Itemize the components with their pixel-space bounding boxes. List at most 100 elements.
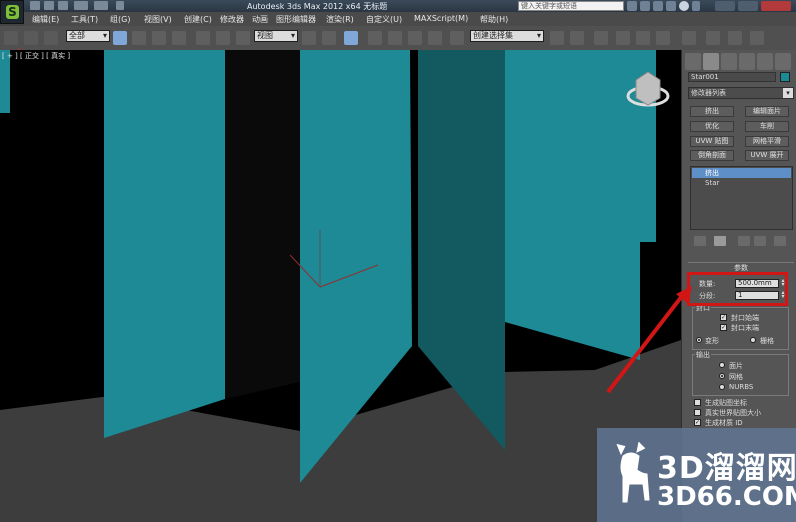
search-input[interactable]: 键入关键字或短语 <box>518 1 624 11</box>
modifier-bevel-profile-button[interactable]: 倒角剖面 <box>690 150 734 161</box>
open-file-icon[interactable] <box>44 1 54 10</box>
display-tab-icon[interactable] <box>757 53 773 70</box>
redo-icon[interactable] <box>94 1 108 10</box>
gen-mat-ids-checkbox[interactable]: ✓ <box>694 419 701 426</box>
layer-manager-icon[interactable] <box>594 31 608 45</box>
gen-mapping-checkbox[interactable] <box>694 399 701 406</box>
snaps-toggle-icon[interactable] <box>368 31 382 45</box>
output-patch-radio[interactable] <box>719 362 725 368</box>
save-file-icon[interactable] <box>58 1 68 10</box>
application-menu-button[interactable]: S <box>0 0 24 24</box>
output-mesh-label: 网格 <box>729 373 743 381</box>
edit-named-selection-icon[interactable] <box>450 31 464 45</box>
menu-animation[interactable]: 动画 <box>252 14 268 25</box>
rendered-frame-window-icon[interactable] <box>728 31 742 45</box>
remove-modifier-icon[interactable] <box>754 236 766 246</box>
viewport-label[interactable]: [ + ] [ 正交 ] [ 真实 ] <box>2 51 70 61</box>
morph-label: 变形 <box>705 337 719 345</box>
modifier-unwrap-uvw-button[interactable]: UVW 展开 <box>745 150 789 161</box>
menu-maxscript[interactable]: MAXScript(M) <box>414 14 468 23</box>
search-icon[interactable] <box>627 1 637 11</box>
curve-editor-icon[interactable] <box>636 31 650 45</box>
modify-tab-icon[interactable] <box>703 53 719 70</box>
object-color-swatch[interactable] <box>780 72 790 82</box>
quick-access-dropdown-icon[interactable] <box>116 1 124 10</box>
utilities-tab-icon[interactable] <box>775 53 791 70</box>
modifier-meshsmooth-button[interactable]: 网格平滑 <box>745 136 789 147</box>
select-object-icon[interactable] <box>113 31 127 45</box>
schematic-view-icon[interactable] <box>656 31 670 45</box>
motion-tab-icon[interactable] <box>739 53 755 70</box>
cap-start-checkbox[interactable]: ✓ <box>720 314 727 321</box>
create-tab-icon[interactable] <box>685 53 701 70</box>
menu-modifiers[interactable]: 修改器 <box>220 14 244 25</box>
make-unique-icon[interactable] <box>738 236 750 246</box>
modifier-uvw-map-button[interactable]: UVW 贴图 <box>690 136 734 147</box>
annotation-arrow-icon <box>606 286 692 394</box>
rectangular-selection-icon[interactable] <box>152 31 166 45</box>
angle-snap-icon[interactable] <box>388 31 402 45</box>
percent-snap-icon[interactable] <box>408 31 422 45</box>
menu-create[interactable]: 创建(C) <box>184 14 212 25</box>
hierarchy-tab-icon[interactable] <box>721 53 737 70</box>
align-icon[interactable] <box>570 31 584 45</box>
select-and-manipulate-icon[interactable] <box>322 31 336 45</box>
real-world-checkbox[interactable] <box>694 409 701 416</box>
modifier-list-dropdown[interactable]: 修改器列表 ▾ <box>688 87 794 99</box>
maximize-button[interactable] <box>738 1 758 11</box>
deer-logo-icon <box>616 441 650 503</box>
object-name-field[interactable]: Star001 <box>688 72 776 82</box>
modifier-extrude-button[interactable]: 挤出 <box>690 106 734 117</box>
menu-customize[interactable]: 自定义(U) <box>366 14 402 25</box>
menu-help[interactable]: 帮助(H) <box>480 14 508 25</box>
material-editor-icon[interactable] <box>682 31 696 45</box>
modifier-edit-patch-button[interactable]: 编辑面片 <box>745 106 789 117</box>
minimize-button[interactable] <box>715 1 735 11</box>
bind-to-space-warp-icon[interactable] <box>44 31 58 45</box>
graphite-toolbar-icon[interactable] <box>616 31 630 45</box>
pivot-center-icon[interactable] <box>302 31 316 45</box>
help-dropdown-icon[interactable] <box>692 1 700 11</box>
render-setup-icon[interactable] <box>706 31 720 45</box>
menu-tools[interactable]: 工具(T) <box>71 14 98 25</box>
favorites-icon[interactable] <box>666 1 676 11</box>
show-end-result-icon[interactable] <box>714 236 726 246</box>
select-by-name-icon[interactable] <box>132 31 146 45</box>
menu-group[interactable]: 组(G) <box>110 14 130 25</box>
render-production-icon[interactable] <box>750 31 764 45</box>
cap-end-checkbox[interactable]: ✓ <box>720 324 727 331</box>
spinner-snap-icon[interactable] <box>428 31 442 45</box>
perspective-viewport[interactable]: [ + ] [ 正交 ] [ 真实 ] <box>0 50 681 522</box>
modifier-optimize-button[interactable]: 优化 <box>690 121 734 132</box>
help-icon[interactable] <box>679 1 689 11</box>
selection-filter-dropdown[interactable]: 全部 <box>66 30 110 42</box>
keyboard-shortcut-override-icon[interactable] <box>344 31 358 45</box>
select-and-link-icon[interactable] <box>4 31 18 45</box>
reference-coordinate-dropdown[interactable]: 视图 <box>254 30 298 42</box>
close-button[interactable] <box>761 1 791 11</box>
mirror-icon[interactable] <box>550 31 564 45</box>
pin-stack-icon[interactable] <box>694 236 706 246</box>
output-mesh-radio[interactable] <box>719 373 725 379</box>
new-file-icon[interactable] <box>30 1 40 10</box>
grid-radio[interactable] <box>750 337 756 343</box>
modifier-lathe-button[interactable]: 车削 <box>745 121 789 132</box>
select-and-rotate-icon[interactable] <box>216 31 230 45</box>
select-and-move-icon[interactable] <box>196 31 210 45</box>
named-selection-set-dropdown[interactable]: 创建选择集 <box>470 30 544 42</box>
subscription-icon[interactable] <box>640 1 650 11</box>
stack-item-star[interactable]: Star <box>692 178 791 188</box>
menu-edit[interactable]: 编辑(E) <box>32 14 59 25</box>
window-crossing-icon[interactable] <box>172 31 186 45</box>
output-nurbs-radio[interactable] <box>719 384 725 390</box>
menu-views[interactable]: 视图(V) <box>144 14 172 25</box>
menu-graph-editors[interactable]: 图形编辑器 <box>276 14 316 25</box>
configure-modifier-sets-icon[interactable] <box>774 236 786 246</box>
stack-item-extrude[interactable]: 挤出 <box>692 168 791 178</box>
menu-bar: 编辑(E) 工具(T) 组(G) 视图(V) 创建(C) 修改器 动画 图形编辑… <box>24 12 796 27</box>
menu-rendering[interactable]: 渲染(R) <box>326 14 354 25</box>
unlink-selection-icon[interactable] <box>24 31 38 45</box>
communication-center-icon[interactable] <box>653 1 663 11</box>
select-and-scale-icon[interactable] <box>236 31 250 45</box>
undo-icon[interactable] <box>74 1 88 10</box>
